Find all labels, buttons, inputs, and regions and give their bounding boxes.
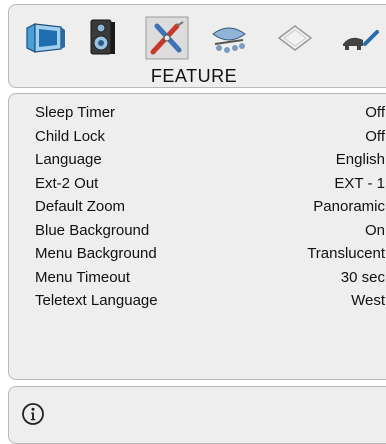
menu-tab-bar: [13, 14, 386, 62]
menu-item-teletext-language[interactable]: Teletext Language West: [9, 289, 386, 313]
menu-item-value: Off: [365, 127, 385, 145]
menu-item-label: Child Lock: [35, 127, 106, 145]
source-card-icon[interactable]: [271, 14, 319, 62]
picture-tv-icon[interactable]: [21, 14, 69, 62]
menu-item-value: Panoramic: [313, 198, 385, 215]
tools-icon[interactable]: [143, 14, 191, 62]
menu-item-value: On: [364, 221, 385, 239]
satellite-dish-icon[interactable]: [205, 14, 253, 62]
menu-item-value: EXT - 1: [334, 174, 385, 192]
settings-list: Sleep Timer Off Child Lock Off Language …: [9, 101, 386, 313]
info-icon[interactable]: [21, 402, 45, 426]
menu-item-label: Sleep Timer: [35, 104, 116, 121]
menu-item-value: 30 sec: [340, 268, 385, 286]
menu-item-label: Menu Background: [35, 245, 157, 262]
menu-item-label: Menu Timeout: [35, 268, 131, 286]
menu-item-value: West: [351, 292, 385, 309]
menu-item-menu-timeout[interactable]: Menu Timeout 30 sec: [9, 266, 386, 290]
more-icon[interactable]: [333, 14, 381, 62]
menu-item-label: Ext-2 Out: [35, 174, 99, 192]
menu-item-value: Translucent: [307, 245, 385, 262]
menu-item-label: Blue Background: [35, 221, 150, 239]
menu-item-sleep-timer[interactable]: Sleep Timer Off: [9, 101, 386, 125]
menu-item-language[interactable]: Language English: [9, 148, 386, 172]
menu-item-label: Language: [35, 151, 102, 168]
settings-menu-panel: Sleep Timer Off Child Lock Off Language …: [8, 93, 386, 380]
menu-item-ext2-out[interactable]: Ext-2 Out EXT - 1: [9, 172, 386, 196]
tab-header-panel: FEATURE: [8, 4, 386, 88]
menu-item-label: Default Zoom: [35, 198, 126, 215]
info-panel: [8, 386, 386, 444]
menu-item-default-zoom[interactable]: Default Zoom Panoramic: [9, 195, 386, 219]
menu-item-value: English: [335, 151, 385, 168]
menu-item-blue-background[interactable]: Blue Background On: [9, 219, 386, 243]
menu-item-value: Off: [365, 104, 385, 121]
menu-item-menu-background[interactable]: Menu Background Translucent: [9, 242, 386, 266]
speaker-icon[interactable]: [77, 14, 125, 62]
page-title: FEATURE: [150, 66, 238, 86]
menu-item-child-lock[interactable]: Child Lock Off: [9, 125, 386, 149]
menu-item-label: Teletext Language: [35, 292, 158, 309]
